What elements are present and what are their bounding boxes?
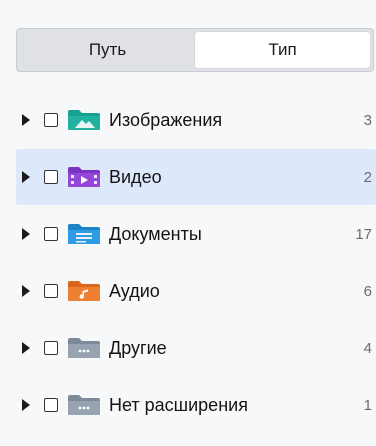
audio-folder-icon [68, 281, 100, 301]
category-row-audio[interactable]: Аудио 6 [16, 263, 376, 319]
expand-arrow-icon[interactable] [22, 399, 30, 411]
category-label: Нет расширения [109, 394, 248, 415]
category-label: Другие [109, 337, 167, 358]
image-folder-icon [68, 110, 100, 130]
expand-arrow-icon[interactable] [22, 342, 30, 354]
category-label: Аудио [109, 280, 160, 301]
expand-arrow-icon[interactable] [22, 114, 30, 126]
category-count: 6 [363, 282, 372, 300]
category-checkbox[interactable] [44, 113, 58, 127]
no-extension-folder-icon [68, 395, 100, 415]
tab-path[interactable]: Путь [20, 32, 195, 68]
category-count: 2 [363, 168, 372, 186]
category-checkbox[interactable] [44, 227, 58, 241]
category-checkbox[interactable] [44, 398, 58, 412]
category-row-no-extension[interactable]: Нет расширения 1 [16, 377, 376, 433]
category-count: 4 [363, 339, 372, 357]
category-checkbox[interactable] [44, 341, 58, 355]
category-label: Документы [109, 223, 202, 244]
video-folder-icon [68, 167, 100, 187]
expand-arrow-icon[interactable] [22, 228, 30, 240]
category-checkbox[interactable] [44, 284, 58, 298]
document-folder-icon [68, 224, 100, 244]
other-folder-icon [68, 338, 100, 358]
category-row-documents[interactable]: Документы 17 [16, 206, 376, 262]
category-row-other[interactable]: Другие 4 [16, 320, 376, 376]
category-checkbox[interactable] [44, 170, 58, 184]
category-row-images[interactable]: Изображения 3 [16, 92, 376, 148]
category-label: Видео [109, 166, 162, 187]
tab-type[interactable]: Тип [195, 32, 370, 68]
category-count: 3 [363, 111, 372, 129]
category-list: Изображения 3 Видео 2 Документы 17 Аудио… [16, 92, 376, 434]
category-row-video[interactable]: Видео 2 [16, 149, 376, 205]
category-count: 17 [355, 225, 372, 243]
view-mode-switch: Путь Тип [16, 28, 374, 72]
expand-arrow-icon[interactable] [22, 285, 30, 297]
category-count: 1 [363, 396, 372, 414]
category-label: Изображения [109, 109, 223, 130]
expand-arrow-icon[interactable] [22, 171, 30, 183]
